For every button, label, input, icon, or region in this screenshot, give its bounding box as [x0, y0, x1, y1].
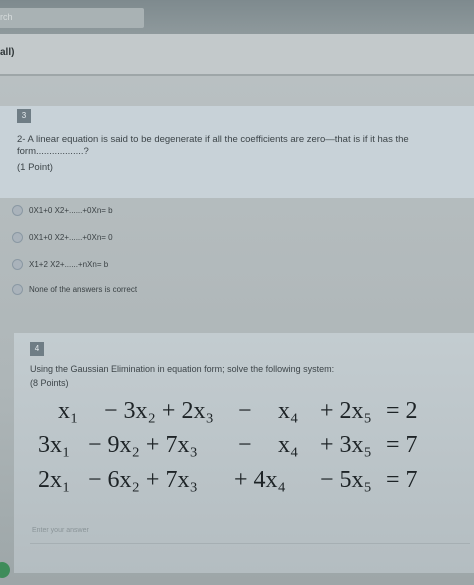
- eq1-term2: − 3x₂ + 2x₃: [104, 398, 214, 424]
- radio-button-icon[interactable]: [12, 205, 23, 216]
- eq3-rhs: = 7: [386, 467, 418, 493]
- search-box[interactable]: rch: [0, 8, 144, 28]
- answer-field-container: [30, 517, 474, 544]
- eq2-term5: + 3x₅: [320, 432, 372, 458]
- radio-button-icon[interactable]: [12, 284, 23, 295]
- eq2-rhs: = 7: [386, 432, 418, 458]
- browser-top-bar: rch: [0, 0, 474, 34]
- search-text: rch: [0, 12, 13, 22]
- eq3-term2: − 6x₂ + 7x₃: [88, 467, 198, 493]
- equation-row-3: 2x₁ − 6x₂ + 7x₃ + 4x₄ − 5x₅ = 7: [38, 467, 468, 497]
- eq2-term1: 3x₁: [38, 432, 71, 458]
- question-4-prompt: Using the Gaussian Elimination in equati…: [30, 364, 335, 374]
- eq3-term1: 2x₁: [38, 467, 71, 493]
- eq1-term3: −: [238, 398, 252, 424]
- answer-input[interactable]: [30, 517, 474, 543]
- eq2-term2: − 9x₂ + 7x₃: [88, 432, 198, 458]
- eq2-term3: −: [238, 432, 252, 458]
- header-label: all): [0, 47, 15, 58]
- eq2-term4: x₄: [278, 432, 299, 458]
- eq3-term3: + 4x₄: [234, 467, 286, 493]
- form-header: all): [0, 34, 474, 74]
- option-1-label: 0X1+0 X2+......+0Xn= b: [29, 206, 113, 215]
- equation-row-2: 3x₁ − 9x₂ + 7x₃ − x₄ + 3x₅ = 7: [38, 432, 468, 462]
- eq1-term4: x₄: [278, 398, 299, 424]
- question-4-number: 4: [30, 342, 44, 356]
- question-3-points: (1 Point): [17, 162, 53, 173]
- option-2-label: 0X1+0 X2+......+0Xn= 0: [29, 233, 113, 242]
- question-3-number: 3: [17, 109, 31, 123]
- eq3-term5: − 5x₅: [320, 467, 372, 493]
- radio-button-icon[interactable]: [12, 259, 23, 270]
- eq1-term1: x₁: [58, 398, 79, 424]
- question-4-points: (8 Points): [30, 378, 69, 388]
- question-3-prompt: 2- A linear equation is said to be degen…: [17, 134, 409, 157]
- radio-button-icon[interactable]: [12, 232, 23, 243]
- option-4-label: None of the answers is correct: [29, 285, 138, 294]
- option-3-label: X1+2 X2+......+nXn= b: [29, 260, 109, 269]
- eq1-term5: + 2x₅: [320, 398, 372, 424]
- equation-row-1: x₁ − 3x₂ + 2x₃ − x₄ + 2x₅ = 2: [38, 398, 468, 428]
- eq1-rhs: = 2: [386, 398, 418, 424]
